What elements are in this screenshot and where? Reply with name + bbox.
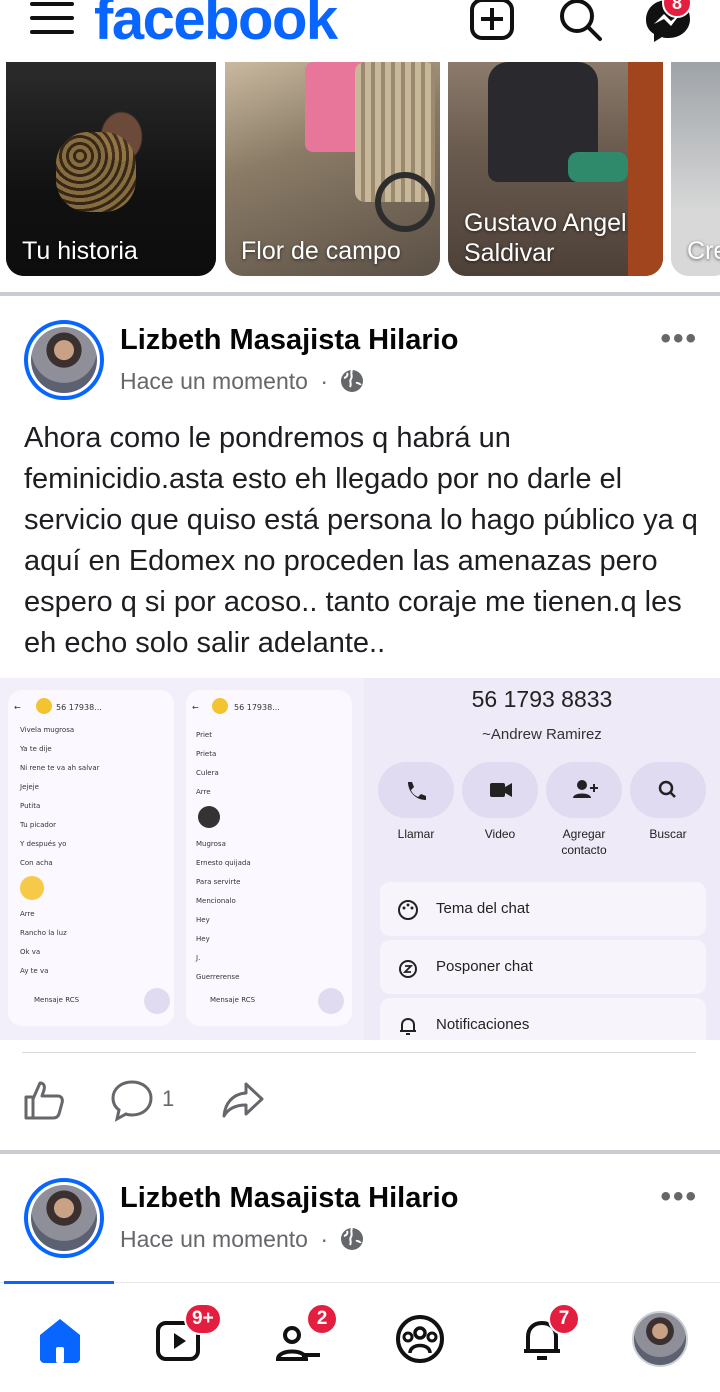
search-action: [630, 762, 706, 818]
post-actions: 1: [0, 1052, 720, 1152]
meta-separator: ·: [320, 1226, 328, 1252]
snooze-chat-row: Posponer chat: [380, 940, 706, 994]
bottom-navigation: 9+ 2 7: [0, 1281, 720, 1392]
top-bar: facebook 8: [0, 0, 720, 62]
story-card-own[interactable]: Tu historia: [6, 62, 216, 276]
home-icon[interactable]: [32, 1311, 88, 1367]
active-tab-indicator: [4, 1281, 114, 1284]
friends-icon[interactable]: 2: [272, 1303, 338, 1367]
search-icon[interactable]: [556, 0, 604, 44]
attachment-image-contact[interactable]: 56 1793 8833 ~Andrew Ramirez Llamar Vide…: [364, 678, 720, 1040]
friends-badge: 2: [306, 1303, 338, 1335]
post-author[interactable]: Lizbeth Masajista Hilario: [120, 324, 458, 357]
feed-divider: [0, 1150, 720, 1154]
story-card[interactable]: Gustavo Angel Saldivar: [448, 62, 663, 276]
call-action: [378, 762, 454, 818]
create-post-icon[interactable]: [468, 0, 516, 44]
notifications-badge: 7: [548, 1303, 580, 1335]
post-text: Ahora como le pondremos q habrá un femin…: [24, 422, 698, 659]
story-label: Flor de campo: [241, 237, 401, 265]
video-badge: 9+: [184, 1303, 222, 1335]
post-header: Lizbeth Masajista Hilario Hace un moment…: [0, 1170, 720, 1270]
contact-name: ~Andrew Ramirez: [482, 726, 602, 743]
meta-separator: ·: [320, 368, 328, 394]
author-avatar[interactable]: [24, 1178, 104, 1258]
author-avatar[interactable]: [24, 320, 104, 400]
story-label: Cre: [687, 237, 720, 265]
contact-number: 56 1793 8833: [471, 686, 613, 712]
video-action: [462, 762, 538, 818]
globe-icon: [341, 1227, 364, 1250]
profile-avatar[interactable]: [632, 1311, 688, 1367]
comment-icon[interactable]: [110, 1078, 154, 1127]
globe-icon: [341, 369, 364, 392]
attachment-image-chat-2[interactable]: ← 56 17938... Priet Prieta Culera Arre M…: [182, 678, 364, 1040]
story-label: Tu historia: [22, 237, 138, 265]
facebook-logo: facebook: [94, 0, 338, 52]
story-card[interactable]: Flor de campo: [225, 62, 440, 276]
video-icon[interactable]: 9+: [152, 1303, 222, 1367]
post-time[interactable]: Hace un momento: [120, 1226, 308, 1252]
post-header: Lizbeth Masajista Hilario Hace un moment…: [0, 312, 720, 412]
post-meta: Hace un momento ·: [120, 368, 364, 395]
post-time[interactable]: Hace un momento: [120, 368, 308, 394]
menu-icon[interactable]: [30, 2, 74, 38]
comment-count: 1: [162, 1086, 175, 1111]
story-label: Gustavo Angel Saldivar: [464, 209, 627, 267]
notifications-icon[interactable]: 7: [514, 1303, 580, 1367]
messenger-icon[interactable]: 8: [644, 0, 692, 44]
notifications-row: Notificaciones: [380, 998, 706, 1040]
post-author[interactable]: Lizbeth Masajista Hilario: [120, 1182, 458, 1215]
story-card[interactable]: Cre: [671, 62, 720, 276]
stories-tray[interactable]: Tu historia Flor de campo Gustavo Angel …: [0, 62, 720, 276]
groups-icon[interactable]: [392, 1311, 448, 1367]
more-options-icon[interactable]: •••: [660, 1180, 698, 1214]
more-options-icon[interactable]: •••: [660, 322, 698, 356]
chat-theme-row: Tema del chat: [380, 882, 706, 936]
share-icon[interactable]: [220, 1078, 266, 1127]
attachment-image-chat-1[interactable]: ← 56 17938... Vivela mugrosa Ya te dije …: [0, 678, 182, 1040]
add-contact-action: [546, 762, 622, 818]
like-icon[interactable]: [22, 1078, 66, 1127]
feed-divider: [0, 292, 720, 296]
post-meta: Hace un momento ·: [120, 1226, 364, 1253]
